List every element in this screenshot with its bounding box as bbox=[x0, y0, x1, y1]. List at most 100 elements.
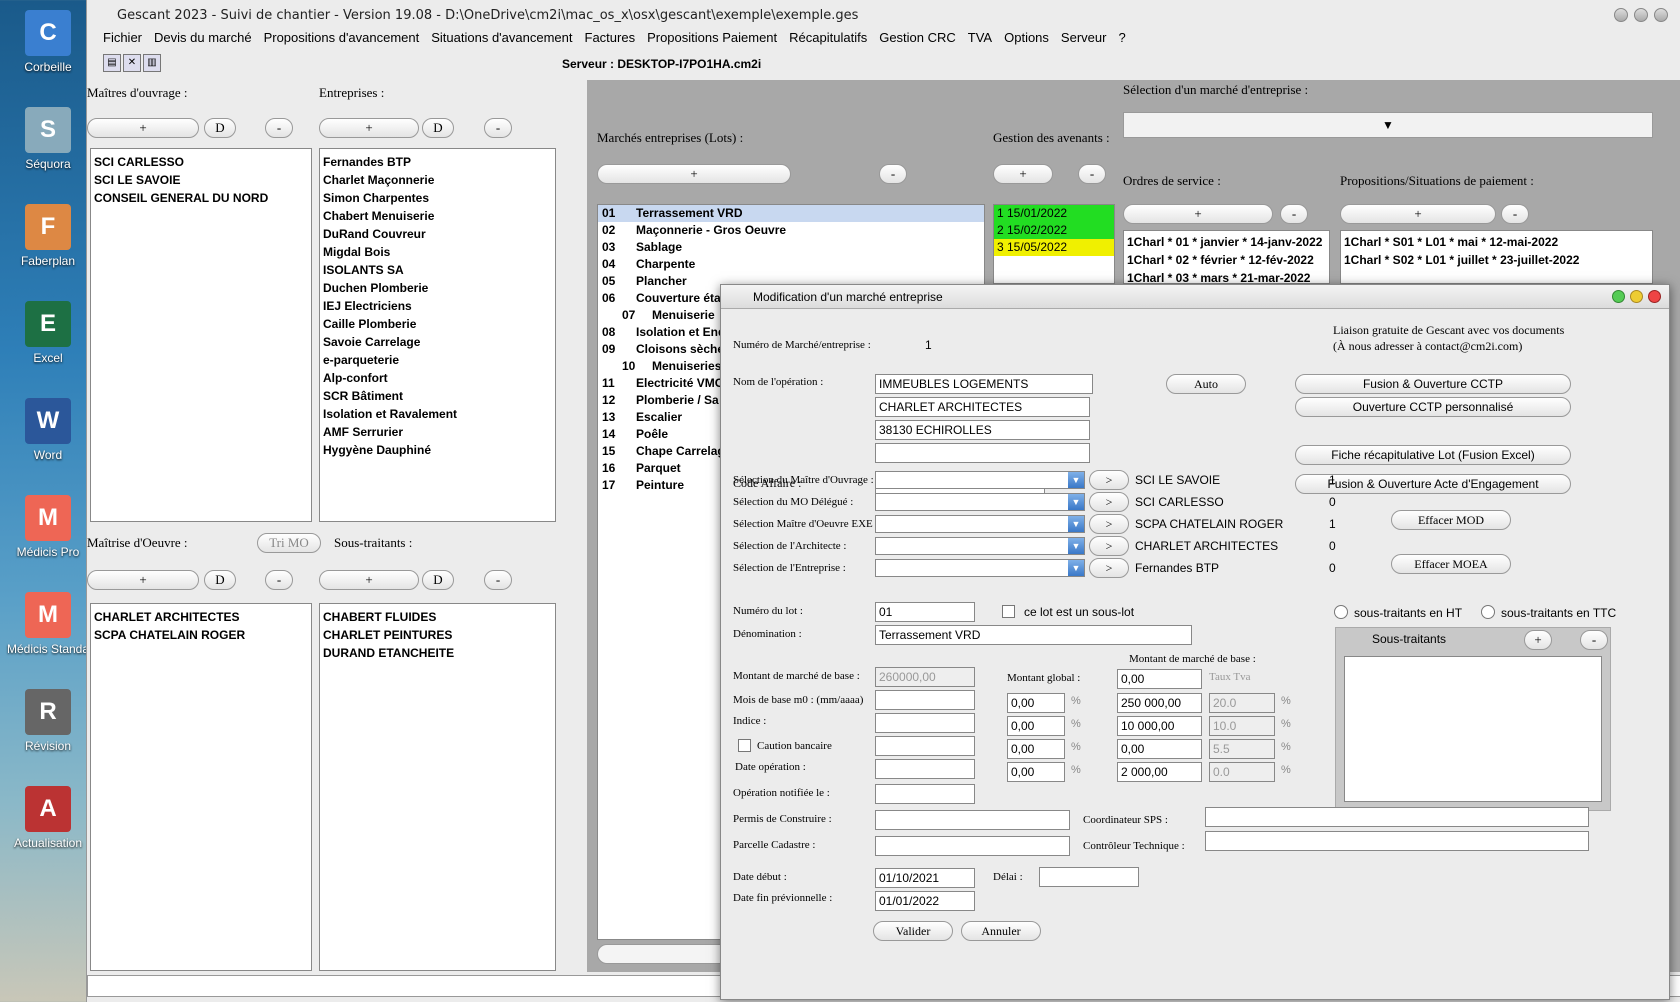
menu-item[interactable]: ? bbox=[1112, 28, 1131, 48]
menu-item[interactable]: Propositions d'avancement bbox=[258, 28, 426, 48]
d-maitre-button[interactable]: D bbox=[204, 118, 236, 138]
pct-input[interactable]: 0,00 bbox=[1007, 762, 1065, 782]
menu-item[interactable]: Récapitulatifs bbox=[783, 28, 873, 48]
desktop-icon[interactable]: C Corbeille bbox=[4, 10, 92, 74]
pct-input[interactable]: 0,00 bbox=[1007, 739, 1065, 759]
delai-input[interactable] bbox=[1039, 867, 1139, 887]
d-entreprise-button[interactable]: D bbox=[422, 118, 454, 138]
list-item[interactable]: SCR Bâtiment bbox=[323, 387, 552, 405]
book-icon[interactable]: ▥ bbox=[143, 54, 161, 72]
cctp-perso-button[interactable]: Ouverture CCTP personnalisé bbox=[1295, 397, 1571, 417]
add-soustraitant-button[interactable]: + bbox=[319, 570, 419, 590]
list-item[interactable]: Savoie Carrelage bbox=[323, 333, 552, 351]
add-ordre-button[interactable]: + bbox=[1123, 204, 1273, 224]
tva-input[interactable]: 20.0 bbox=[1209, 693, 1275, 713]
list-item[interactable]: IEJ Electriciens bbox=[323, 297, 552, 315]
controleur-input[interactable] bbox=[1205, 831, 1589, 851]
effacer-mod-button[interactable]: Effacer MOD bbox=[1391, 510, 1511, 530]
selection-combo[interactable]: ▼ bbox=[875, 515, 1085, 533]
desktop-icon[interactable]: F Faberplan bbox=[4, 204, 92, 268]
lot-row[interactable]: 02 Maçonnerie - Gros Oeuvre bbox=[598, 222, 984, 239]
apply-selection-button[interactable]: > bbox=[1089, 492, 1129, 512]
desktop-icon[interactable]: W Word bbox=[4, 398, 92, 462]
add-avenant-button[interactable]: + bbox=[993, 164, 1053, 184]
selection-combo[interactable]: ▼ bbox=[875, 559, 1085, 577]
list-item[interactable]: DuRand Couvreur bbox=[323, 225, 552, 243]
dialog-minimize-button[interactable] bbox=[1630, 290, 1643, 303]
menu-item[interactable]: Situations d'avancement bbox=[425, 28, 578, 48]
marche-select-dropdown[interactable]: ▼ bbox=[1123, 112, 1653, 138]
desktop-icon[interactable]: A Actualisation bbox=[4, 786, 92, 850]
lot-row[interactable]: 04 Charpente bbox=[598, 256, 984, 273]
date-op-input[interactable] bbox=[875, 759, 975, 779]
menu-item[interactable]: Serveur bbox=[1055, 28, 1113, 48]
apply-selection-button[interactable]: > bbox=[1089, 536, 1129, 556]
list-item[interactable]: SCI LE SAVOIE bbox=[94, 171, 308, 189]
montant-global-input[interactable]: 0,00 bbox=[1117, 669, 1202, 689]
add-entreprise-button[interactable]: + bbox=[319, 118, 419, 138]
list-item[interactable]: Isolation et Ravalement bbox=[323, 405, 552, 423]
montant-base-input[interactable]: 260000,00 bbox=[875, 667, 975, 687]
mois-input[interactable] bbox=[875, 690, 975, 710]
lot-row[interactable]: 03 Sablage bbox=[598, 239, 984, 256]
close-button[interactable] bbox=[1654, 8, 1668, 22]
list-item[interactable]: ISOLANTS SA bbox=[323, 261, 552, 279]
dialog-zoom-button[interactable] bbox=[1612, 290, 1625, 303]
remove-ordre-button[interactable]: - bbox=[1280, 204, 1308, 224]
apply-selection-button[interactable]: > bbox=[1089, 470, 1129, 490]
list-item[interactable]: SCPA CHATELAIN ROGER bbox=[94, 626, 308, 644]
montant-input[interactable]: 0,00 bbox=[1117, 739, 1202, 759]
desktop-icon[interactable]: E Excel bbox=[4, 301, 92, 365]
valider-button[interactable]: Valider bbox=[873, 921, 953, 941]
list-item[interactable]: CHARLET ARCHITECTES bbox=[94, 608, 308, 626]
fin-input[interactable]: 01/01/2022 bbox=[875, 891, 975, 911]
add-lot-button[interactable]: + bbox=[597, 164, 791, 184]
desktop-icon[interactable]: M Médicis Pro bbox=[4, 495, 92, 559]
list-item[interactable]: 1Charl * 02 * février * 12-fév-2022 bbox=[1127, 251, 1326, 269]
remove-st-button[interactable]: - bbox=[1580, 630, 1608, 650]
list-item[interactable]: Alp-confort bbox=[323, 369, 552, 387]
selection-combo[interactable]: ▼ bbox=[875, 493, 1085, 511]
selection-combo[interactable]: ▼ bbox=[875, 471, 1085, 489]
list-item[interactable]: Caille Plomberie bbox=[323, 315, 552, 333]
list-item[interactable]: CHARLET PEINTURES bbox=[323, 626, 552, 644]
adresse-line3-input[interactable]: 38130 ECHIROLLES bbox=[875, 420, 1090, 440]
notifiee-input[interactable] bbox=[875, 784, 975, 804]
remove-soustraitant-button[interactable]: - bbox=[484, 570, 512, 590]
sps-input[interactable] bbox=[1205, 807, 1589, 827]
minimize-button[interactable] bbox=[1614, 8, 1628, 22]
adresse-line4-input[interactable] bbox=[875, 443, 1090, 463]
menu-item[interactable]: TVA bbox=[962, 28, 998, 48]
desktop-icon[interactable]: M Médicis Standa bbox=[4, 592, 92, 656]
menu-item[interactable]: Options bbox=[998, 28, 1055, 48]
remove-proposition-button[interactable]: - bbox=[1501, 204, 1529, 224]
remove-entreprise-button[interactable]: - bbox=[484, 118, 512, 138]
avenant-row[interactable]: 2 15/02/2022 bbox=[994, 222, 1114, 239]
list-item[interactable]: Chabert Menuiserie bbox=[323, 207, 552, 225]
menu-item[interactable]: Fichier bbox=[97, 28, 148, 48]
d-soustraitant-button[interactable]: D bbox=[422, 570, 454, 590]
apply-selection-button[interactable]: > bbox=[1089, 558, 1129, 578]
nom-op-input[interactable]: IMMEUBLES LOGEMENTS bbox=[875, 374, 1093, 394]
add-maitre-button[interactable]: + bbox=[87, 118, 199, 138]
caution-checkbox[interactable] bbox=[738, 739, 751, 752]
tva-input[interactable]: 0.0 bbox=[1209, 762, 1275, 782]
list-item[interactable]: Simon Charpentes bbox=[323, 189, 552, 207]
list-item[interactable]: 1Charl * S02 * L01 * juillet * 23-juille… bbox=[1344, 251, 1649, 269]
permis-input[interactable] bbox=[875, 810, 1070, 830]
tva-input[interactable]: 10.0 bbox=[1209, 716, 1275, 736]
fiche-recap-button[interactable]: Fiche récapitulative Lot (Fusion Excel) bbox=[1295, 445, 1571, 465]
menu-item[interactable]: Factures bbox=[579, 28, 642, 48]
list-item[interactable]: Migdal Bois bbox=[323, 243, 552, 261]
desktop-icon[interactable]: R Révision bbox=[4, 689, 92, 753]
effacer-moea-button[interactable]: Effacer MOEA bbox=[1391, 554, 1511, 574]
fusion-cctp-button[interactable]: Fusion & Ouverture CCTP bbox=[1295, 374, 1571, 394]
menu-item[interactable]: Devis du marché bbox=[148, 28, 258, 48]
list-item[interactable]: DURAND ETANCHEITE bbox=[323, 644, 552, 662]
montant-input[interactable]: 250 000,00 bbox=[1117, 693, 1202, 713]
tri-mo-button[interactable]: Tri MO bbox=[257, 533, 321, 553]
pct-input[interactable]: 0,00 bbox=[1007, 716, 1065, 736]
add-proposition-button[interactable]: + bbox=[1340, 204, 1496, 224]
list-item[interactable]: Fernandes BTP bbox=[323, 153, 552, 171]
add-st-button[interactable]: + bbox=[1524, 630, 1552, 650]
